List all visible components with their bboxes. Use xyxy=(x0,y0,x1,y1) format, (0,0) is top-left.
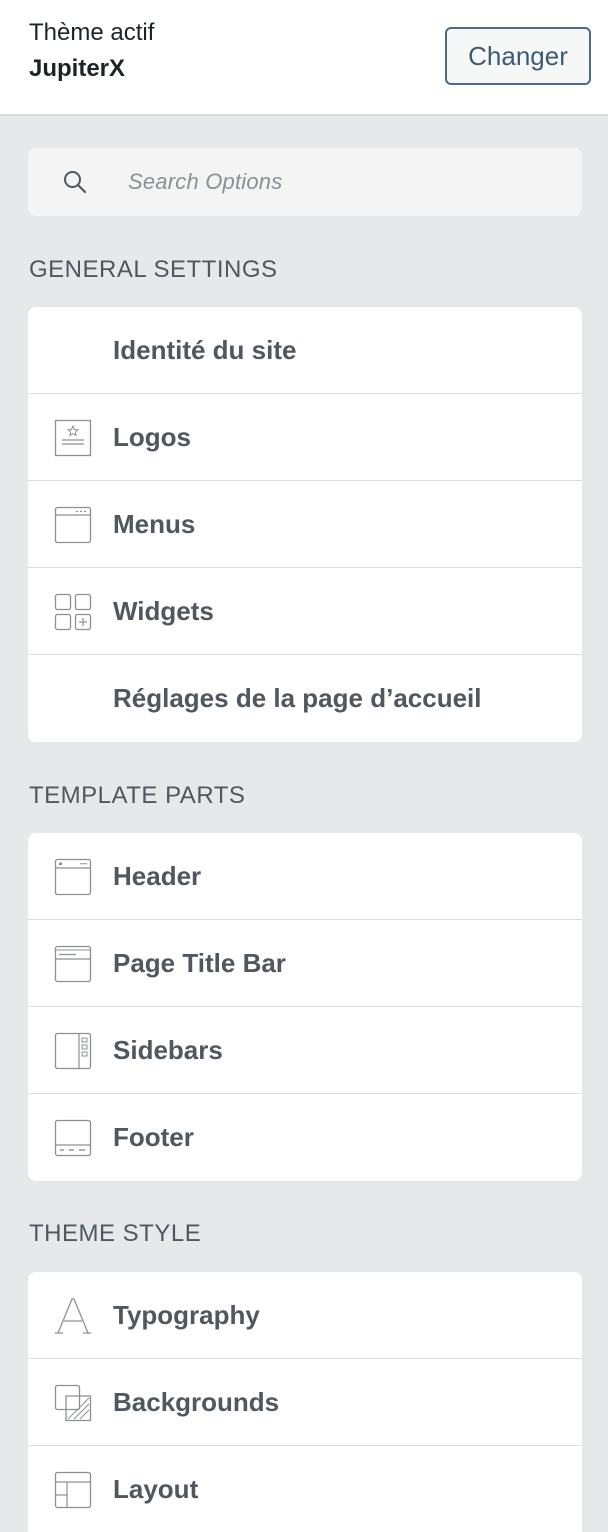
footer-layout-icon xyxy=(54,1119,92,1157)
sidebar-item-layout[interactable]: Layout xyxy=(28,1446,582,1532)
item-label: Layout xyxy=(113,1474,199,1504)
sidebar-item-menus[interactable]: Menus xyxy=(28,481,582,568)
section-title-general-settings: GENERAL SETTINGS xyxy=(29,256,278,283)
title-bar-icon xyxy=(54,945,92,983)
search-icon xyxy=(64,171,87,194)
sidebar-item-footer[interactable]: Footer xyxy=(28,1094,582,1181)
change-theme-button[interactable]: Changer xyxy=(445,27,591,85)
item-label: Page Title Bar xyxy=(113,948,286,978)
sidebar-item-header[interactable]: Header xyxy=(28,833,582,920)
search-input[interactable]: Search Options xyxy=(28,148,582,216)
menu-window-icon xyxy=(54,506,92,544)
item-label: Menus xyxy=(113,509,196,539)
sidebar-layout-icon xyxy=(54,1032,92,1070)
section-title-theme-style: THEME STYLE xyxy=(29,1220,202,1247)
theme-header: Thème actif JupiterX Changer xyxy=(0,0,608,116)
typography-icon xyxy=(55,1298,91,1334)
sidebar-item-logos[interactable]: Logos xyxy=(28,394,582,481)
layout-grid-icon xyxy=(54,1471,92,1509)
sidebar-item-sidebars[interactable]: Sidebars xyxy=(28,1007,582,1094)
item-label: Backgrounds xyxy=(113,1387,280,1417)
sidebar-item-backgrounds[interactable]: Backgrounds xyxy=(28,1359,582,1446)
panel-general-settings: Identité du site Logos Menus Widgets Rég… xyxy=(28,307,582,742)
sidebar-item-site-identity[interactable]: Identité du site xyxy=(28,307,582,394)
item-label: Footer xyxy=(113,1122,194,1152)
section-title-template-parts: TEMPLATE PARTS xyxy=(29,782,246,809)
logo-icon xyxy=(54,419,92,457)
item-label: Widgets xyxy=(113,596,214,626)
active-theme-label: Thème actif xyxy=(29,19,155,46)
active-theme-name: JupiterX xyxy=(29,55,126,82)
item-label: Typography xyxy=(113,1300,260,1330)
header-layout-icon xyxy=(54,858,92,896)
widgets-grid-icon xyxy=(54,593,92,631)
item-label: Header xyxy=(113,861,202,891)
sidebar-item-page-title-bar[interactable]: Page Title Bar xyxy=(28,920,582,1007)
search-placeholder: Search Options xyxy=(128,169,283,194)
item-label: Logos xyxy=(113,422,191,452)
sidebar-item-widgets[interactable]: Widgets xyxy=(28,568,582,655)
sidebar-item-typography[interactable]: Typography xyxy=(28,1272,582,1359)
item-label: Sidebars xyxy=(113,1035,223,1065)
panel-template-parts: Header Page Title Bar Sidebars Footer xyxy=(28,833,582,1181)
item-label: Identité du site xyxy=(113,335,297,365)
item-label: Réglages de la page d’accueil xyxy=(113,683,482,713)
backgrounds-icon xyxy=(54,1384,92,1422)
sidebar-item-homepage-settings[interactable]: Réglages de la page d’accueil xyxy=(28,655,582,742)
panel-theme-style: Typography Backgrounds Layout xyxy=(28,1272,582,1532)
